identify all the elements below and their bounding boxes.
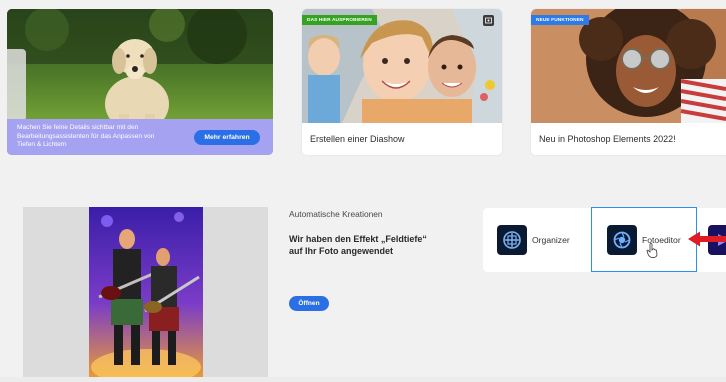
bottom-divider bbox=[0, 377, 726, 382]
promo-text: Machen Sie feine Details sichtbar mit de… bbox=[17, 124, 155, 149]
auto-creations-heading: Wir haben den Effekt „Feldtiefe“ auf Ihr… bbox=[289, 234, 427, 256]
try-this-badge: DAS HIER AUSPROBIEREN bbox=[302, 15, 377, 25]
carousel-prev-handle[interactable] bbox=[7, 49, 26, 121]
hand-cursor-icon bbox=[646, 243, 658, 258]
promo-card[interactable]: Machen Sie feine Details sichtbar mit de… bbox=[7, 9, 273, 155]
slideshow-type-icon bbox=[483, 15, 494, 26]
concert-photo bbox=[89, 207, 203, 382]
card-caption: Erstellen einer Diashow bbox=[302, 123, 502, 155]
woman-sunglasses-photo bbox=[531, 9, 726, 123]
children-photo bbox=[302, 9, 502, 123]
photo-editor-app-button[interactable]: Fotoeditor bbox=[591, 207, 697, 272]
new-features-badge: NEUE FUNKTIONEN bbox=[531, 15, 589, 25]
organizer-app-button[interactable]: Organizer bbox=[497, 208, 570, 272]
organizer-icon bbox=[497, 225, 527, 255]
photo-editor-icon bbox=[607, 224, 637, 255]
learn-more-button[interactable]: Mehr erfahren bbox=[194, 129, 260, 145]
promo-overlay: Machen Sie feine Details sichtbar mit de… bbox=[7, 119, 273, 155]
organizer-label: Organizer bbox=[532, 235, 570, 245]
auto-creation-preview[interactable] bbox=[23, 207, 268, 382]
feature-card-slideshow[interactable]: DAS HIER AUSPROBIEREN Erstellen einer Di… bbox=[302, 9, 502, 155]
open-button[interactable]: Öffnen bbox=[289, 296, 329, 311]
auto-creations-label: Automatische Kreationen bbox=[289, 209, 383, 219]
annotation-arrow-icon bbox=[688, 231, 726, 247]
card-caption: Neu in Photoshop Elements 2022! bbox=[531, 123, 726, 155]
feature-card-whats-new[interactable]: NEUE FUNKTIONEN Neu in Photoshop Element… bbox=[531, 9, 726, 155]
